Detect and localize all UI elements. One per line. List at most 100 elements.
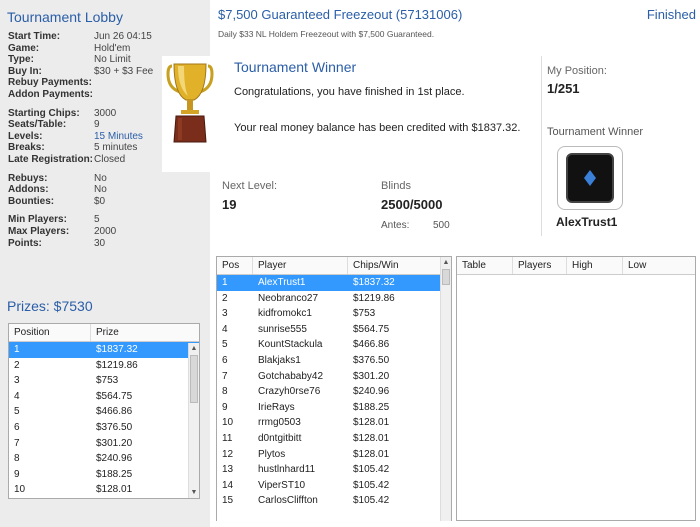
scroll-down-icon[interactable]: ▼ (189, 487, 199, 498)
info-row: Points: 30 (8, 238, 208, 250)
info-key: Game: (8, 42, 40, 54)
prize-row[interactable]: 2 $1219.86 (9, 358, 199, 374)
prize-amount: $1837.32 (96, 344, 138, 355)
prize-position: 2 (14, 359, 20, 371)
prize-row[interactable]: 1 $1837.32 (9, 342, 199, 358)
player-name: KountStackula (258, 339, 323, 351)
info-key: Seats/Table: (8, 119, 67, 131)
blinds-label: Blinds (381, 180, 411, 192)
player-chips: $466.86 (353, 339, 390, 351)
player-name: AlexTrust1 (258, 277, 306, 288)
player-row[interactable]: 6 Blakjaks1 $376.50 (217, 353, 451, 369)
player-chips: $1219.86 (353, 292, 395, 304)
player-chips: $376.50 (353, 354, 390, 366)
player-row[interactable]: 13 hustlnhard11 $105.42 (217, 462, 451, 478)
player-pos: 11 (222, 432, 233, 444)
prize-amount: $466.86 (96, 406, 133, 418)
prize-row[interactable]: 10 $128.01 (9, 482, 199, 498)
player-pos: 9 (222, 401, 228, 413)
levels-link[interactable]: 15 Minutes (94, 131, 143, 143)
prize-position: 9 (14, 468, 20, 480)
info-key: Starting Chips: (8, 107, 80, 119)
prizes-table[interactable]: Position Prize 1 $1837.32 2 $1219.86 3 $753 4 $… (8, 323, 200, 499)
prize-position: 1 (14, 344, 20, 355)
players-table[interactable]: Pos Player Chips/Win 1 AlexTrust1 $1837.32… (216, 256, 452, 521)
player-row[interactable]: 3 kidfromokc1 $753 (217, 306, 451, 322)
player-row[interactable]: 8 Crazyh0rse76 $240.96 (217, 384, 451, 400)
player-chips: $105.42 (353, 495, 390, 507)
player-row[interactable]: 5 KountStackula $466.86 (217, 337, 451, 353)
prize-position: 8 (14, 453, 20, 465)
player-row[interactable]: 14 ViperST10 $105.42 (217, 478, 451, 494)
col-players[interactable]: Players (513, 257, 567, 274)
player-name: ViperST10 (258, 479, 306, 491)
info-value: 2000 (94, 225, 117, 237)
prize-row[interactable]: 9 $188.25 (9, 467, 199, 483)
next-level-value: 19 (222, 197, 237, 212)
player-chips: $564.75 (353, 323, 390, 335)
prize-row[interactable]: 4 $564.75 (9, 389, 199, 405)
prizes-scrollbar[interactable]: ▲ ▼ (188, 343, 199, 498)
col-prize[interactable]: Prize (91, 324, 189, 341)
players-header: Pos Player Chips/Win (217, 257, 451, 275)
tables-list[interactable]: Table Players High Low (456, 256, 696, 521)
info-key: Addons: (8, 184, 49, 196)
info-value: Closed (94, 153, 126, 165)
player-name: Crazyh0rse76 (258, 386, 321, 398)
info-row: Min Players: 5 (8, 214, 208, 226)
info-key: Addon Payments: (8, 88, 94, 100)
player-chips: $753 (353, 308, 376, 320)
col-player[interactable]: Player (253, 257, 348, 274)
col-chips-win[interactable]: Chips/Win (348, 257, 440, 274)
info-key: Min Players: (8, 214, 67, 226)
prize-amount: $128.01 (96, 484, 133, 496)
prize-row[interactable]: 3 $753 (9, 373, 199, 389)
col-high[interactable]: High (567, 257, 623, 274)
player-row[interactable]: 15 CarlosCliffton $105.42 (217, 493, 451, 509)
player-chips: $128.01 (353, 417, 390, 429)
player-row[interactable]: 10 rrmg0503 $128.01 (217, 415, 451, 431)
player-row[interactable]: 9 IrieRays $188.25 (217, 400, 451, 416)
col-position[interactable]: Position (9, 324, 91, 341)
info-row: Bounties: $0 (8, 196, 208, 208)
info-key: Bounties: (8, 195, 55, 207)
info-value: Jun 26 04:15 (94, 31, 152, 42)
player-pos: 2 (222, 292, 228, 304)
info-row: Max Players: 2000 (8, 226, 208, 238)
scroll-up-icon[interactable]: ▲ (441, 257, 451, 268)
popup-balance-message: Your real money balance has been credite… (234, 122, 521, 134)
info-value: No (94, 172, 107, 184)
info-value: $30 + $3 Fee (94, 65, 154, 77)
prize-row[interactable]: 7 $301.20 (9, 436, 199, 452)
prize-position: 10 (14, 484, 26, 496)
info-value: Hold'em (94, 42, 131, 54)
player-row[interactable]: 11 d0ntgitbitt $128.01 (217, 431, 451, 447)
scroll-thumb[interactable] (190, 355, 198, 403)
player-row[interactable]: 2 Neobranco27 $1219.86 (217, 291, 451, 307)
info-key: Late Registration: (8, 153, 94, 165)
blinds-value: 2500/5000 (381, 197, 443, 212)
col-pos[interactable]: Pos (217, 257, 253, 274)
prize-row[interactable]: 5 $466.86 (9, 404, 199, 420)
player-row[interactable]: 7 Gotchababy42 $301.20 (217, 369, 451, 385)
player-chips: $188.25 (353, 401, 390, 413)
scroll-up-icon[interactable]: ▲ (189, 343, 199, 354)
col-low[interactable]: Low (623, 257, 683, 274)
prize-position: 4 (14, 390, 20, 402)
prize-row[interactable]: 8 $240.96 (9, 451, 199, 467)
prizes-header: Position Prize (9, 324, 199, 342)
prize-position: 6 (14, 421, 20, 433)
player-chips: $128.01 (353, 432, 390, 444)
players-scrollbar[interactable]: ▲ (440, 257, 451, 521)
player-row[interactable]: 1 AlexTrust1 $1837.32 (217, 275, 451, 291)
player-name: IrieRays (258, 401, 295, 413)
player-pos: 10 (222, 417, 234, 429)
info-key: Rebuys: (8, 172, 48, 184)
info-key: Type: (8, 54, 34, 66)
player-row[interactable]: 12 Plytos $128.01 (217, 447, 451, 463)
col-table[interactable]: Table (457, 257, 513, 274)
player-row[interactable]: 4 sunrise555 $564.75 (217, 322, 451, 338)
prize-row[interactable]: 6 $376.50 (9, 420, 199, 436)
player-name: rrmg0503 (258, 417, 301, 429)
scroll-thumb[interactable] (442, 269, 450, 285)
